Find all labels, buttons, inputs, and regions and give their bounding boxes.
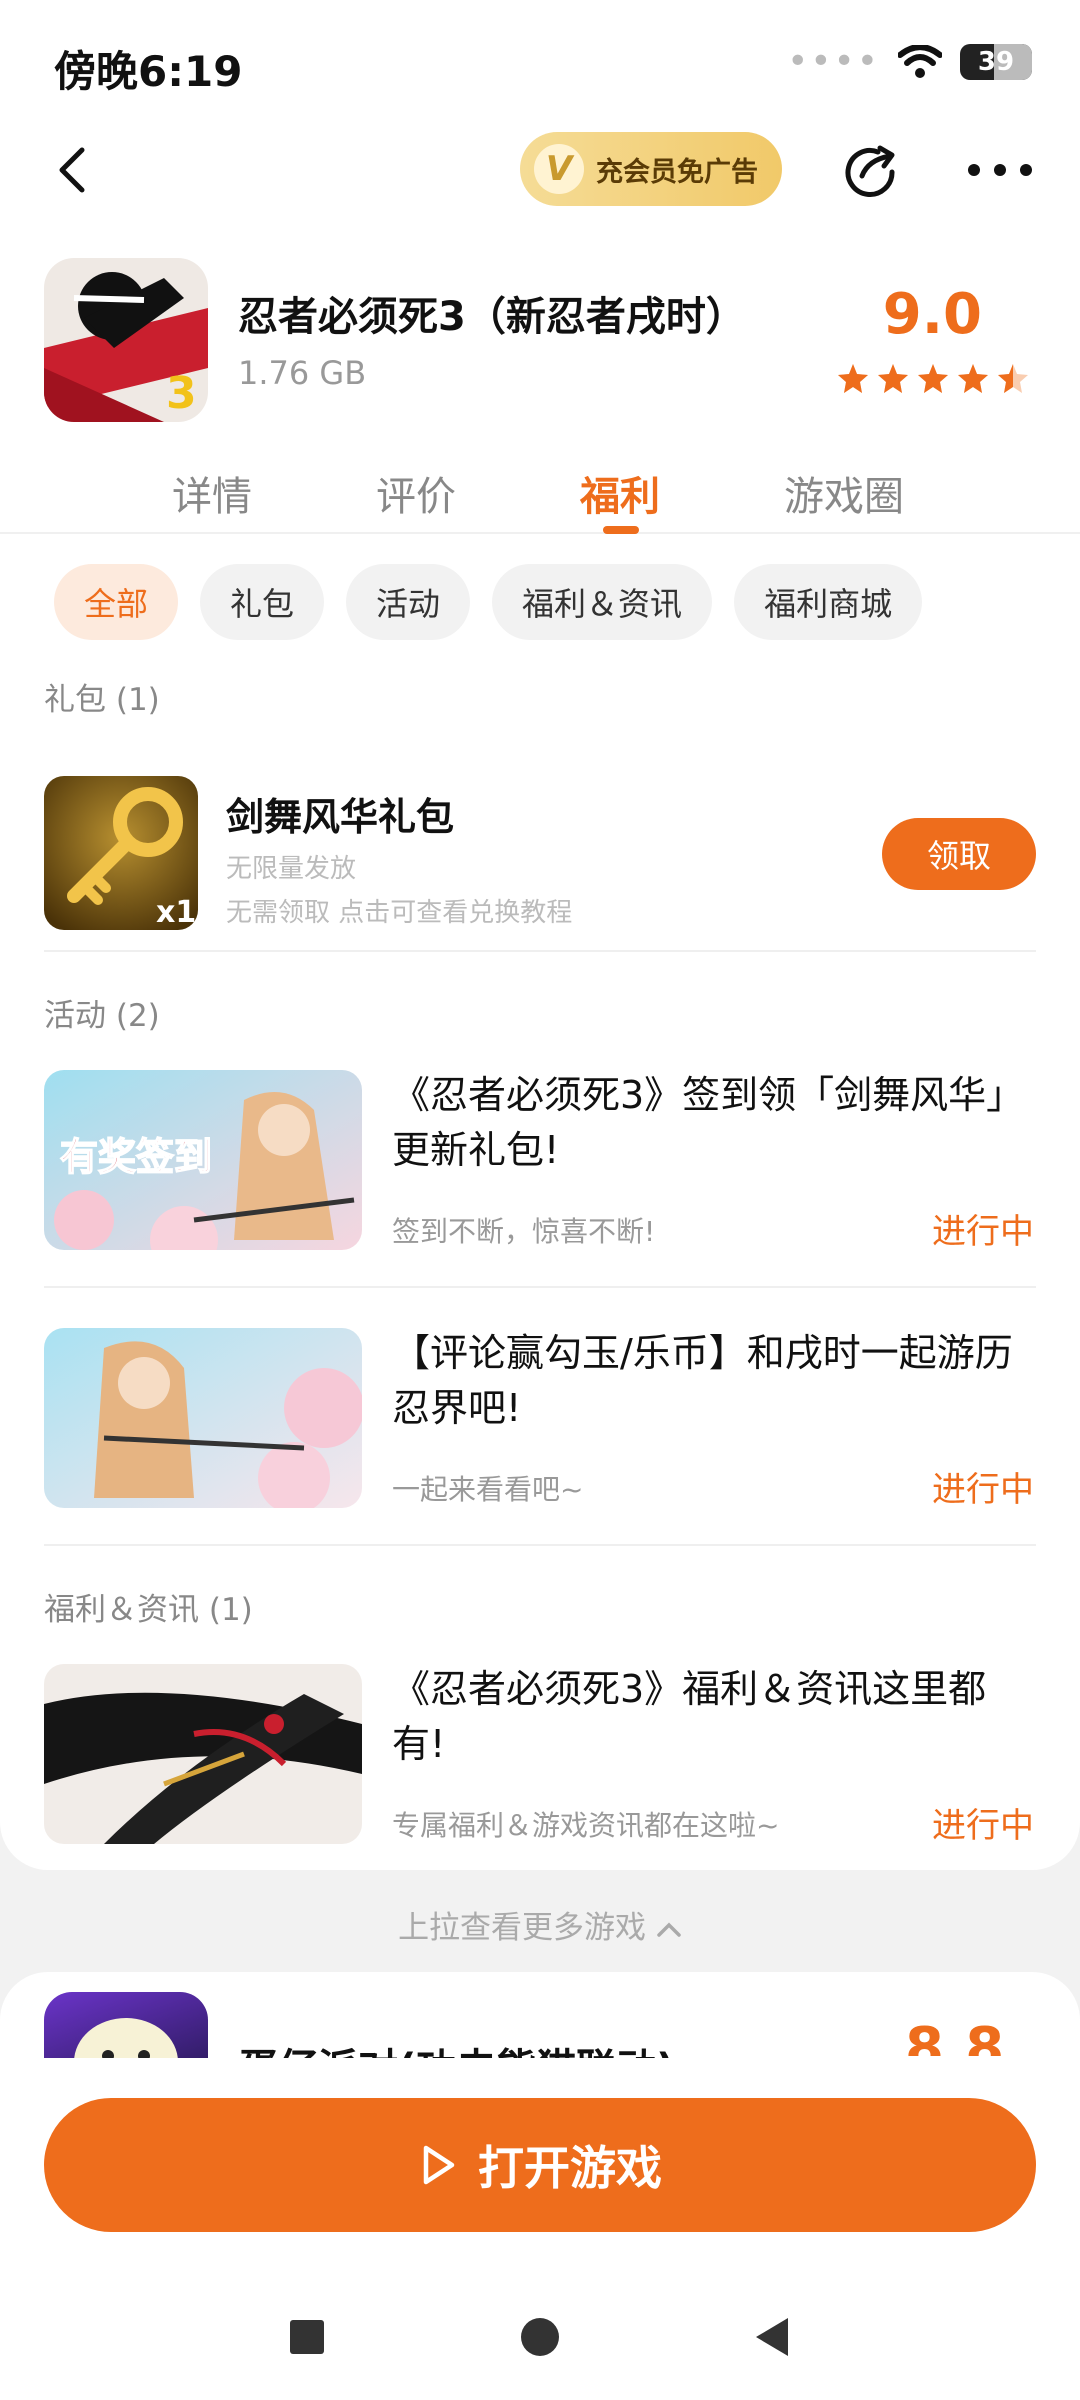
tab-details[interactable]: 详情 bbox=[172, 464, 252, 522]
activity-status-2: 进行中 bbox=[932, 1470, 1034, 1510]
game-icon-badge: 3 bbox=[166, 368, 197, 419]
rating-stars bbox=[836, 362, 1030, 396]
battery-icon: 39 bbox=[960, 44, 1032, 80]
section-news-label: 福利＆资讯 (1) bbox=[44, 1592, 253, 1628]
open-game-button[interactable]: 打开游戏 bbox=[44, 2098, 1036, 2232]
activity-title-1[interactable]: 《忍者必须死3》签到领「剑舞风华」更新礼包! bbox=[392, 1068, 1032, 1178]
activity-thumb-text: 有奖签到 bbox=[60, 1135, 212, 1179]
rating-score: 9.0 bbox=[882, 282, 982, 347]
claim-button[interactable]: 领取 bbox=[882, 818, 1036, 890]
chip-benefits-news[interactable]: 福利＆资讯 bbox=[492, 564, 713, 640]
section-activity-label: 活动 (2) bbox=[44, 998, 160, 1034]
home-icon[interactable] bbox=[521, 2318, 559, 2356]
open-game-label: 打开游戏 bbox=[478, 2141, 662, 2195]
filter-chips: 全部 礼包 活动 福利＆资讯 福利商城 bbox=[54, 564, 923, 640]
game-size: 1.76 GB bbox=[238, 354, 367, 392]
signal-icon: •••• bbox=[787, 41, 880, 82]
gift-instructions[interactable]: 无需领取 点击可查看兑换教程 bbox=[226, 892, 572, 929]
divider bbox=[44, 1286, 1036, 1288]
activity-status-1: 进行中 bbox=[932, 1212, 1034, 1252]
battery-level: 39 bbox=[977, 47, 1015, 77]
back-icon[interactable] bbox=[44, 140, 104, 200]
gift-quantity: 无限量发放 bbox=[226, 854, 357, 884]
share-icon[interactable] bbox=[838, 138, 902, 202]
rating-star-icon bbox=[998, 364, 1028, 393]
status-icons: •••• 39 bbox=[787, 44, 1032, 80]
game-title: 忍者必须死3（新忍者戌时） bbox=[238, 294, 746, 340]
rating-star-icon bbox=[918, 364, 948, 393]
game-header: 3 忍者必须死3（新忍者戌时） 1.76 GB 9.0 bbox=[44, 258, 1044, 422]
activity-thumbnail-2[interactable] bbox=[44, 1328, 362, 1508]
news-status: 进行中 bbox=[932, 1806, 1034, 1846]
tab-benefits[interactable]: 福利 bbox=[580, 464, 660, 522]
recent-apps-icon[interactable] bbox=[290, 2320, 324, 2354]
chevron-up-icon bbox=[656, 1910, 682, 1946]
tab-active-indicator bbox=[603, 526, 639, 534]
tab-game-circle[interactable]: 游戏圈 bbox=[784, 464, 904, 522]
chip-all[interactable]: 全部 bbox=[54, 564, 179, 640]
rating-star-icon bbox=[958, 364, 988, 393]
news-desc: 专属福利＆游戏资讯都在这啦~ bbox=[392, 1809, 780, 1842]
screen: 傍晚6:19 •••• 39 V 充会员免广告 3 忍者必须死3（新忍者戌时） … bbox=[0, 0, 1080, 2400]
next-game-rating: 8.8 bbox=[905, 2016, 1005, 2056]
chip-activity[interactable]: 活动 bbox=[346, 564, 471, 640]
vip-label: 充会员免广告 bbox=[596, 156, 758, 188]
activity-desc-1: 签到不断，惊喜不断! bbox=[392, 1215, 656, 1248]
vip-ad-free-button[interactable]: V 充会员免广告 bbox=[520, 132, 782, 206]
wifi-icon bbox=[898, 45, 942, 78]
activity-title-2[interactable]: 【评论赢勾玉/乐币】和戌时一起游历忍界吧! bbox=[392, 1326, 1032, 1436]
play-icon bbox=[423, 2145, 455, 2185]
more-options-icon[interactable] bbox=[968, 140, 1032, 200]
gift-title[interactable]: 剑舞风华礼包 bbox=[226, 786, 454, 841]
pull-more-label: 上拉查看更多游戏 bbox=[398, 1910, 647, 1946]
status-bar: 傍晚6:19 •••• 39 bbox=[0, 0, 1080, 120]
tab-bar: 详情 评价 福利 游戏圈 bbox=[0, 460, 1080, 534]
top-nav: V 充会员免广告 bbox=[0, 120, 1080, 220]
status-time: 傍晚6:19 bbox=[54, 47, 243, 96]
news-thumbnail[interactable] bbox=[44, 1664, 362, 1844]
back-nav-icon[interactable] bbox=[752, 2316, 792, 2358]
activity-desc-2: 一起来看看吧~ bbox=[392, 1473, 584, 1506]
tab-reviews[interactable]: 评价 bbox=[376, 464, 456, 522]
vip-badge-icon: V bbox=[534, 144, 584, 194]
game-icon: 3 bbox=[44, 258, 208, 422]
section-gift-label: 礼包 (1) bbox=[44, 682, 160, 718]
divider bbox=[44, 950, 1036, 952]
news-title[interactable]: 《忍者必须死3》福利＆资讯这里都有! bbox=[392, 1662, 1032, 1772]
chip-gift[interactable]: 礼包 bbox=[200, 564, 325, 640]
gift-key-icon[interactable]: x1 bbox=[44, 776, 198, 930]
next-game-title: 蛋仔派对(功夫熊猫联动) bbox=[238, 2036, 675, 2060]
rating-star-icon bbox=[878, 364, 908, 393]
pull-more-hint[interactable]: 上拉查看更多游戏 bbox=[0, 1902, 1080, 1947]
gift-count: x1 bbox=[156, 895, 196, 930]
system-nav-bar bbox=[0, 2300, 1080, 2380]
divider bbox=[44, 1544, 1036, 1546]
rating-star-icon bbox=[838, 364, 868, 393]
activity-thumbnail-1[interactable]: 有奖签到 bbox=[44, 1070, 362, 1250]
chip-benefit-store[interactable]: 福利商城 bbox=[734, 564, 923, 640]
